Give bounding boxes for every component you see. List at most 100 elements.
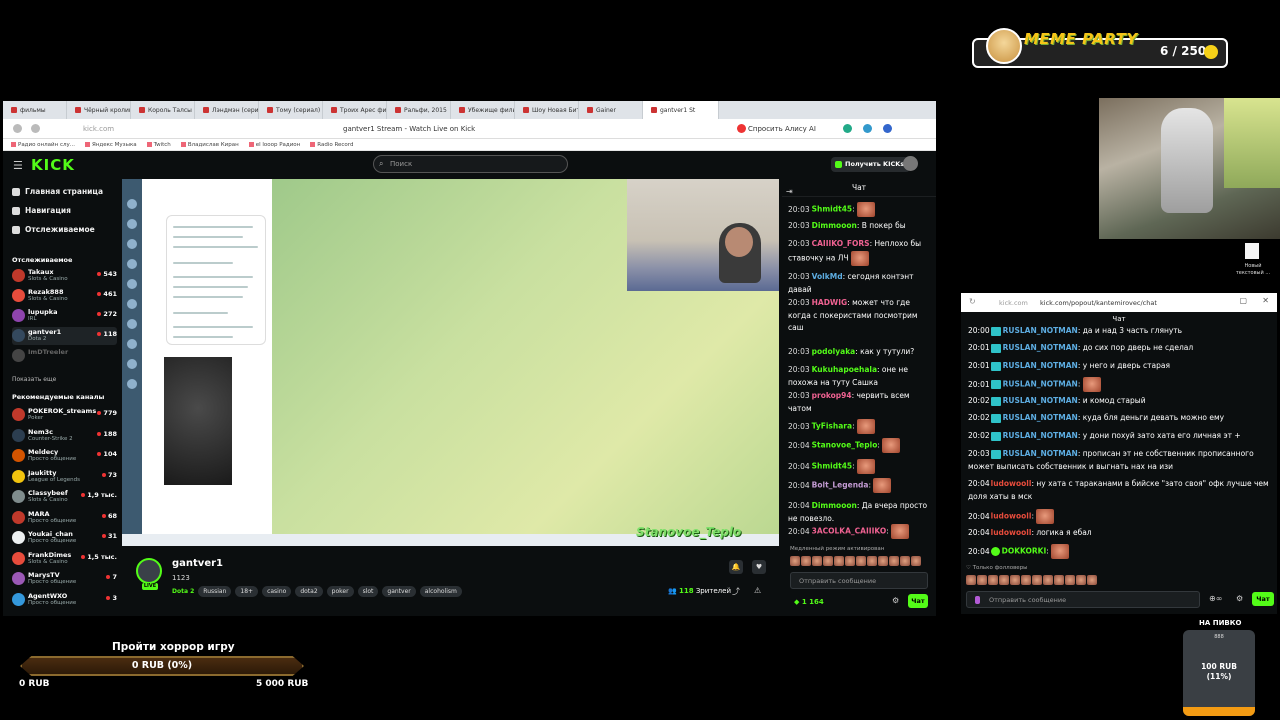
sidebar-channel[interactable]: MARA Просто общение 68 [12,509,117,527]
stream-tag[interactable]: slot [357,586,379,597]
nav-item[interactable]: Отслеживаемое [12,225,95,234]
chat-username[interactable]: RUSLAN_NOTMAN [1003,396,1078,405]
chat-username[interactable]: 3ACOLKA_CAIIIKO [812,527,887,536]
sidebar-channel[interactable]: AgentWXO Просто общение 3 [12,591,117,609]
search-input[interactable]: Поиск [373,155,568,173]
sidebar-channel[interactable]: Rezak888 Slots & Casino 461 [12,287,117,305]
chat-username[interactable]: Shmidt45 [812,205,853,214]
bookmark-item[interactable]: Радио онлайн слу... [11,142,75,148]
chat-username[interactable]: Stanovoe_Teplo [812,441,878,450]
bell-icon[interactable]: 🔔 [729,560,743,574]
video-player[interactable]: Stanovoe_Teplo [122,179,779,546]
chat-username[interactable]: ludowooll [991,479,1032,488]
chat-username[interactable]: ludowooll [991,512,1032,521]
alice-icon[interactable] [737,124,746,133]
collapse-chat-icon[interactable]: ⇥ [786,183,793,201]
user-avatar[interactable] [903,156,918,171]
streamer-name[interactable]: gantver1 [172,558,223,569]
popout-chat-input[interactable]: Отправить сообщение [966,591,1200,608]
refresh-icon[interactable]: ↻ [969,297,976,306]
sidebar-channel[interactable]: Nem3c Counter-Strike 2 188 [12,427,117,445]
maximize-icon[interactable]: ▢ [1239,296,1247,305]
menu-icon[interactable]: ☰ [13,159,23,172]
chat-username[interactable]: TyFishara [812,422,852,431]
chat-username[interactable]: ludowooll [991,528,1032,537]
get-kicks-button[interactable]: Получить KICKs [831,157,911,172]
stream-tag[interactable]: casino [262,586,292,597]
browser-tab[interactable]: фильмы [3,101,67,119]
bookmark-item[interactable]: Twitch [147,142,171,148]
chat-username[interactable]: Dimmooon [812,221,857,230]
browser-tab[interactable]: Король Талсы [131,101,195,119]
ask-alice-button[interactable]: Спросить Алису AI [748,125,816,133]
refresh-icon[interactable] [31,124,40,133]
stream-tag[interactable]: alcoholism [419,586,462,597]
browser-tab[interactable]: Ральфи, 2015 [387,101,451,119]
bookmark-item[interactable]: Radio Record [310,142,353,148]
stream-tag[interactable]: poker [326,586,354,597]
browser-tab[interactable]: Тому (сериал) [259,101,323,119]
extension-icon[interactable] [863,124,872,133]
back-icon[interactable] [13,124,22,133]
close-icon[interactable]: ✕ [1262,296,1269,305]
kick-logo[interactable]: KICK [31,156,75,174]
chat-username[interactable]: RUSLAN_NOTMAN [1003,413,1078,422]
url-text[interactable]: kick.com [83,125,114,133]
stream-tag[interactable]: 18+ [235,586,259,597]
chat-input[interactable]: Отправить сообщение [790,572,928,589]
chat-username[interactable]: Kukuhapoehala [812,365,877,374]
browser-tab[interactable]: Gainer [579,101,643,119]
chat-username[interactable]: RUSLAN_NOTMAN [1003,343,1078,352]
sidebar-channel[interactable]: lupupka IRL 272 [12,307,117,325]
show-more-link[interactable]: Показать еще [12,376,56,383]
stream-tag[interactable]: Russian [198,586,232,597]
chat-username[interactable]: CAIIIKO_FORS [812,239,870,248]
popout-url[interactable]: kick.com/popout/kantemirovec/chat [1040,299,1157,307]
sidebar-channel[interactable]: Takaux Slots & Casino 543 [12,267,117,285]
sidebar-channel[interactable]: Jaukitty League of Legends 73 [12,468,117,486]
gear-icon[interactable]: ⚙ [892,596,899,605]
browser-tab[interactable]: Шоу Новая Битва [515,101,579,119]
browser-tab[interactable]: Убежище фильм [451,101,515,119]
popout-emote-bar[interactable] [966,575,1097,585]
chat-username[interactable]: RUSLAN_NOTMAN [1003,380,1078,389]
chat-username[interactable]: DOKKORKI [1002,547,1047,556]
stream-tag[interactable]: dota2 [295,586,323,597]
sidebar-channel[interactable]: FrankDimes Slots & Casino 1,5 тыс. [12,550,117,568]
chat-username[interactable]: RUSLAN_NOTMAN [1003,326,1078,335]
text-file-icon[interactable] [1245,243,1259,259]
sidebar-channel[interactable]: Classybeef Slots & Casino 1,9 тыс. [12,488,117,506]
address-bar[interactable]: kick.com gantver1 Stream - Watch Live on… [3,119,936,139]
chat-username[interactable]: podolyaka [812,347,856,356]
report-icon[interactable]: ⚠ [754,586,761,595]
bookmark-item[interactable]: Владислав Киран [181,142,239,148]
chat-username[interactable]: RUSLAN_NOTMAN [1003,431,1078,440]
emote-bar[interactable] [790,556,921,566]
browser-tab[interactable]: Троих Арес фильм [323,101,387,119]
nav-item[interactable]: Навигация [12,206,71,215]
chat-username[interactable]: RUSLAN_NOTMAN [1003,361,1078,370]
heart-icon[interactable]: ♥ [752,560,766,574]
sidebar-channel[interactable]: gantver1 Dota 2 118 [12,327,117,345]
link-icon[interactable]: ⊕∞ [1209,594,1222,603]
share-icon[interactable]: ⤴ [732,586,740,597]
extension-icon[interactable] [883,124,892,133]
streamer-avatar[interactable] [136,558,162,584]
stream-tag[interactable]: gantver [382,586,416,597]
gear-icon[interactable]: ⚙ [1236,594,1243,603]
desktop-file-label[interactable]: Новый текстовый ... [1233,263,1273,277]
sidebar-channel[interactable]: Meldecy Просто общение 104 [12,447,117,465]
sidebar-channel[interactable]: Youkai_chan Просто общение 31 [12,529,117,547]
sidebar-channel[interactable]: MarysTV Просто общение 7 [12,570,117,588]
game-link[interactable]: Dota 2 [172,586,194,597]
sidebar-channel[interactable]: ImDTreeler [12,347,117,365]
sidebar-channel[interactable]: POKEROK_streams Poker 779 [12,406,117,424]
chat-username[interactable]: VolkMd [812,272,843,281]
chat-username[interactable]: RUSLAN_NOTMAN [1003,449,1078,458]
chat-username[interactable]: prokop94 [812,391,852,400]
popout-send-button[interactable]: Чат [1252,592,1274,606]
nav-item[interactable]: Главная страница [12,187,103,196]
bookmark-item[interactable]: el looop Радион [249,142,301,148]
browser-tab[interactable]: gantver1 St [643,101,719,119]
browser-tab[interactable]: Лэндмэн (сериал) [195,101,259,119]
